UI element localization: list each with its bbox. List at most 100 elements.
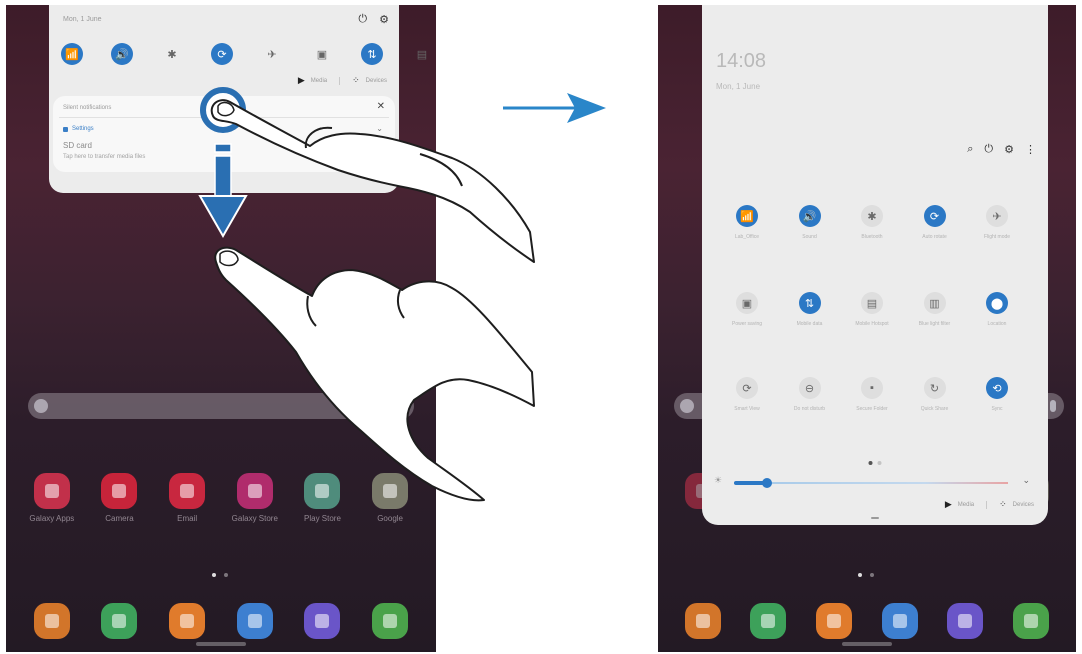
media-label[interactable]: Media — [311, 78, 327, 84]
divider — [339, 76, 341, 85]
bluetooth-toggle[interactable]: ✱ — [161, 43, 183, 65]
google-search-bar[interactable] — [28, 393, 414, 419]
app-icon[interactable] — [682, 603, 724, 639]
notification-panel-collapsed[interactable]: Mon, 1 June ⏻ ⚙ 📶 🔊 ✱ ⟳ ✈ ▣ ⇅ ▤ ▶ Media ⁘ Devic… — [49, 5, 427, 193]
tile-label: Mobile Hotspot — [855, 321, 889, 327]
panel-date: Mon, 1 June — [63, 16, 102, 23]
tile-label: Blue light filter — [918, 321, 951, 327]
gear-icon[interactable]: ⚙ — [1004, 143, 1014, 156]
app-label: Galaxy Store — [231, 514, 278, 523]
devices-icon[interactable]: ⁘ — [999, 499, 1007, 510]
page-dot — [868, 461, 873, 465]
app-icon[interactable] — [879, 603, 921, 639]
app-icon[interactable]: Galaxy Store — [231, 473, 278, 523]
app-icon[interactable]: Galaxy Apps — [29, 473, 75, 523]
devices-label[interactable]: Devices — [366, 78, 387, 84]
search-icon[interactable]: ⌕ — [967, 143, 973, 156]
bluetooth-tile[interactable]: ✱ Bluetooth — [841, 205, 903, 241]
app-icon[interactable] — [747, 603, 789, 639]
power-icon[interactable]: ⏻ — [358, 13, 367, 26]
app-icon[interactable] — [166, 603, 208, 639]
mobile-data-tile[interactable]: ⇅ Mobile data — [779, 292, 841, 328]
app-icon[interactable] — [813, 603, 855, 639]
app-icon-image — [947, 603, 984, 639]
play-icon[interactable]: ▶ — [298, 75, 305, 86]
sync-tile[interactable]: ⟲ Sync — [966, 377, 1028, 413]
tile-label: Flight mode — [983, 234, 1011, 240]
panel-date: Mon, 1 June — [716, 82, 761, 91]
app-icon-image — [372, 603, 409, 639]
media-label[interactable]: Media — [958, 502, 974, 508]
mobile-hotspot-tile[interactable]: ▤ Mobile Hotspot — [841, 292, 903, 328]
app-icon[interactable] — [369, 603, 411, 639]
app-icon[interactable] — [1010, 603, 1052, 639]
app-icon[interactable] — [98, 603, 140, 639]
brightness-thumb[interactable] — [761, 478, 772, 488]
instruction-figure: Mon, 1 June ⏻ ⚙ 📶 🔊 ✱ ⟳ ✈ ▣ ⇅ ▤ ▶ Media ⁘ Devic… — [0, 0, 1082, 654]
app-icon-image — [236, 603, 273, 639]
app-icon-image — [1013, 603, 1050, 639]
close-icon[interactable]: ✕ — [377, 101, 385, 112]
tile-label: Smart View — [734, 406, 760, 412]
mobile-hotspot-icon: ▤ — [416, 48, 428, 61]
app-icon[interactable] — [31, 603, 73, 639]
sound-tile[interactable]: 🔊 Sound — [779, 205, 841, 241]
power-icon[interactable]: ⏻ — [984, 143, 993, 156]
app-icon[interactable]: Email — [166, 473, 208, 523]
app-icon[interactable] — [234, 603, 276, 639]
panel-handle[interactable] — [871, 517, 879, 519]
brightness-slider[interactable]: ☀ ⌄ — [714, 475, 1036, 489]
secure-folder-icon: ▪ — [861, 377, 883, 399]
gear-icon[interactable]: ⚙ — [379, 13, 389, 26]
page-dot — [870, 573, 874, 577]
quick-panel-expanded[interactable]: 14:08 Mon, 1 June ⌕ ⏻ ⚙ ⋮ 📶 Lab_Office 🔊 So… — [702, 5, 1048, 525]
mic-icon[interactable] — [400, 400, 406, 412]
notification-title: SD card — [63, 141, 92, 150]
brightness-track[interactable] — [734, 482, 1008, 484]
tablet-screen-before: Mon, 1 June ⏻ ⚙ 📶 🔊 ✱ ⟳ ✈ ▣ ⇅ ▤ ▶ Media ⁘ Devic… — [6, 5, 436, 652]
chevron-down-icon[interactable]: ⌄ — [376, 124, 383, 133]
tile-label: Lab_Office — [734, 234, 760, 240]
app-icon-image — [169, 473, 206, 509]
app-icon[interactable]: Camera — [98, 473, 140, 523]
wifi-tile[interactable]: 📶 Lab_Office — [716, 205, 778, 241]
notification-group-header: Silent notifications — [63, 105, 112, 111]
quick-share-tile[interactable]: ↻ Quick Share — [904, 377, 966, 413]
app-icon[interactable]: Play Store — [301, 473, 343, 523]
app-icon-image — [304, 473, 341, 509]
smart-view-icon: ⟳ — [736, 377, 758, 399]
notification-app-name: Settings — [72, 126, 94, 132]
tile-label: Bluetooth — [861, 234, 883, 240]
app-label: Galaxy Apps — [29, 514, 75, 523]
app-icon-image — [169, 603, 206, 639]
devices-label[interactable]: Devices — [1013, 502, 1034, 508]
do-not-disturb-tile[interactable]: ⊖ Do not disturb — [779, 377, 841, 413]
app-icon[interactable] — [944, 603, 986, 639]
more-options-icon[interactable]: ⋮ — [1025, 143, 1036, 156]
blue-light-icon: ▥ — [923, 292, 946, 314]
power-saving-toggle[interactable]: ▣ — [311, 43, 333, 65]
power-saving-tile[interactable]: ▣ Power saving — [716, 292, 778, 328]
airplane-toggle[interactable]: ✈ — [261, 43, 283, 65]
app-icon[interactable]: Google — [369, 473, 411, 523]
devices-icon[interactable]: ⁘ — [352, 75, 360, 86]
location-tile[interactable]: ⬤ Location — [966, 292, 1028, 328]
wifi-toggle[interactable]: 📶 — [61, 43, 83, 65]
play-icon[interactable]: ▶ — [945, 499, 952, 510]
blue-light-tile[interactable]: ▥ Blue light filter — [904, 292, 966, 328]
mobile-hotspot-toggle[interactable]: ▤ — [411, 43, 433, 65]
bluetooth-icon: ✱ — [861, 205, 883, 227]
smart-view-tile[interactable]: ⟳ Smart View — [716, 377, 778, 413]
sync-icon: ⟲ — [986, 377, 1008, 399]
app-icon[interactable] — [301, 603, 343, 639]
mic-icon[interactable] — [1050, 400, 1056, 412]
chevron-down-icon[interactable]: ⌄ — [1022, 475, 1030, 486]
auto-rotate-tile[interactable]: ⟳ Auto rotate — [904, 205, 966, 241]
google-icon — [680, 399, 694, 413]
airplane-tile[interactable]: ✈ Flight mode — [966, 205, 1028, 241]
secure-folder-tile[interactable]: ▪ Secure Folder — [841, 377, 903, 413]
auto-rotate-toggle[interactable]: ⟳ — [211, 43, 233, 65]
notification-card[interactable]: Silent notifications ✕ Settings ⌄ SD car… — [53, 96, 395, 172]
sound-toggle[interactable]: 🔊 — [111, 43, 133, 65]
mobile-data-toggle[interactable]: ⇅ — [361, 43, 383, 65]
